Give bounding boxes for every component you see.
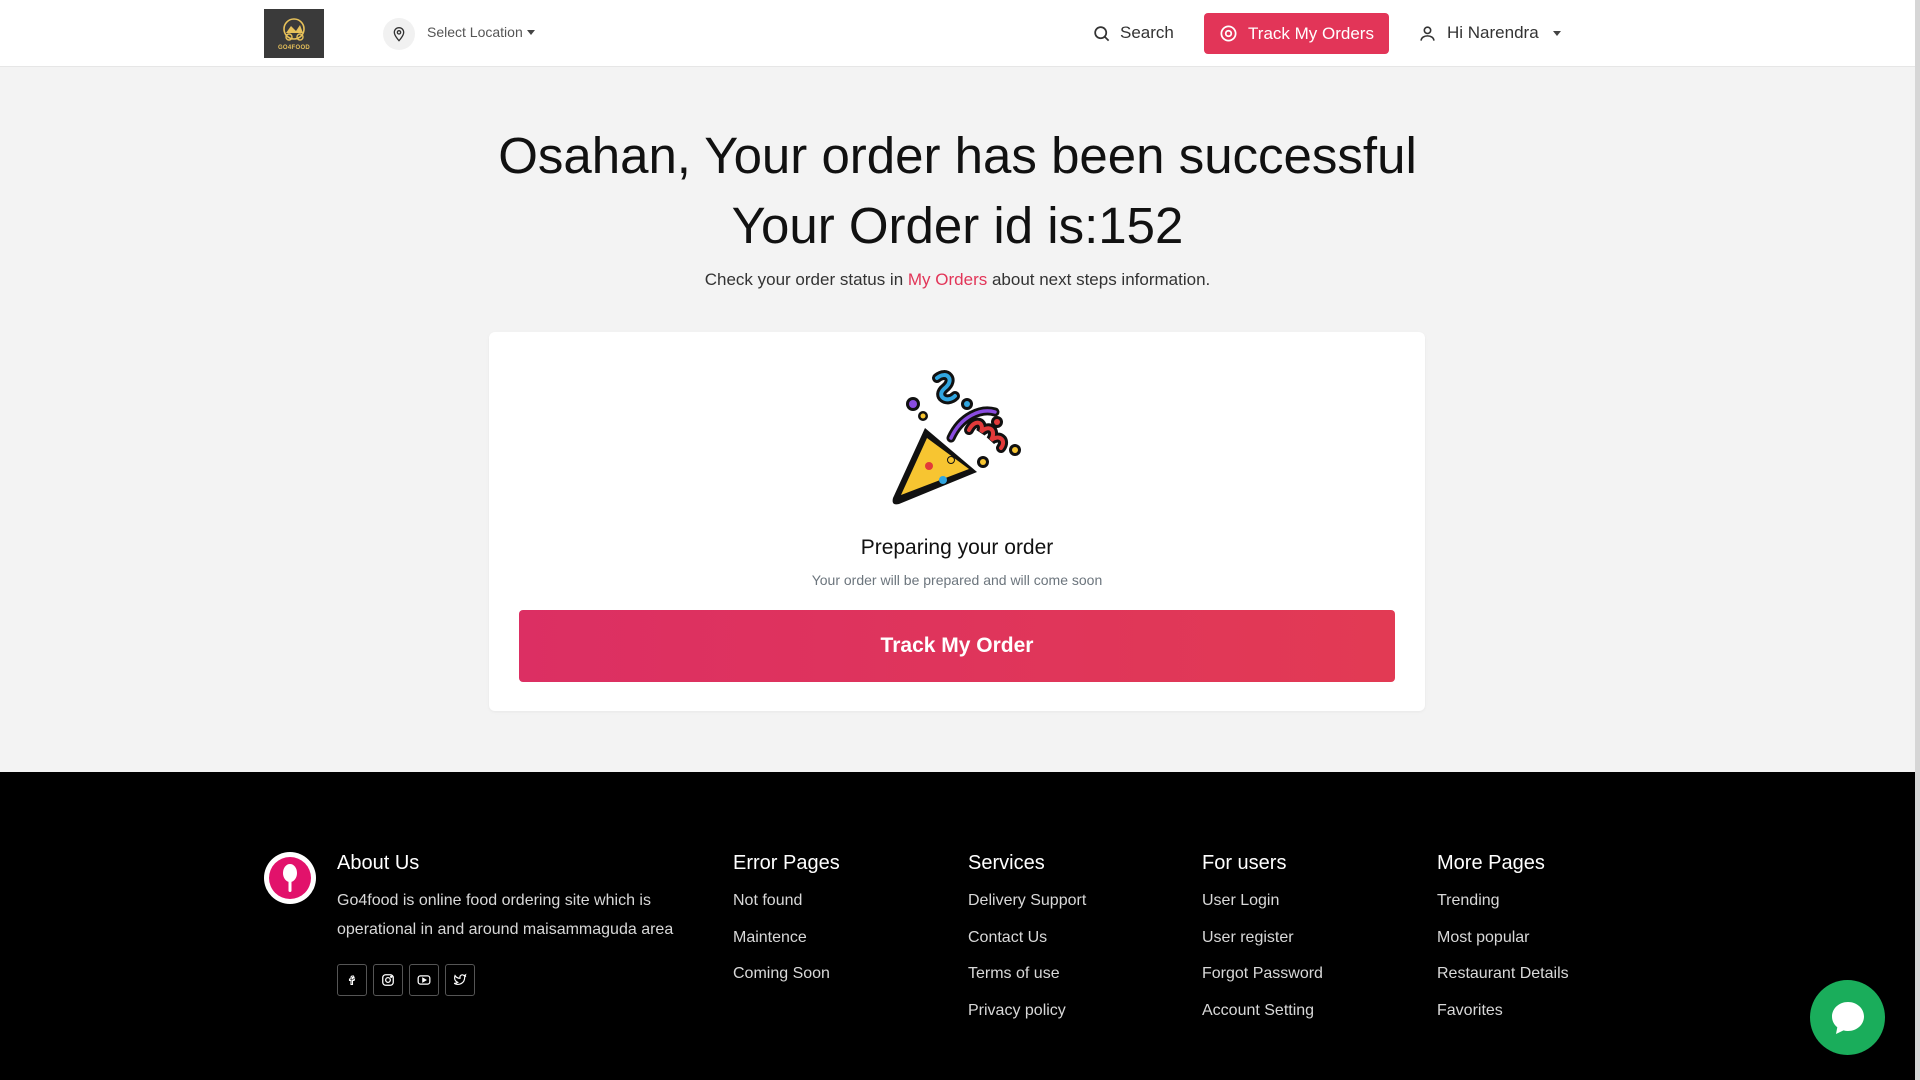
footer-link-most-popular[interactable]: Most popular	[1437, 928, 1569, 965]
twitter-icon[interactable]	[445, 964, 475, 996]
footer-col-services: Delivery Support Contact Us Terms of use…	[968, 891, 1086, 1037]
user-menu[interactable]: Hi Narendra	[1418, 23, 1561, 43]
footer-about-text: Go4food is online food ordering site whi…	[337, 892, 674, 938]
order-id-title: Your Order id is:152	[731, 197, 1184, 254]
logo-mark-icon	[283, 18, 305, 41]
track-my-orders-button[interactable]: Track My Orders	[1204, 13, 1389, 54]
track-my-orders-label: Track My Orders	[1248, 23, 1374, 43]
chevron-down-icon	[526, 29, 535, 35]
footer-link-contact-us[interactable]: Contact Us	[968, 928, 1086, 965]
footer-col-for-users: User Login User register Forgot Password…	[1202, 891, 1323, 1037]
order-status-subtitle: Your order will be prepared and will com…	[811, 572, 1103, 588]
chat-bubble-icon	[1831, 1001, 1864, 1034]
order-status-hint: Check your order status in My Orders abo…	[0, 270, 1915, 290]
logo-text: GO4FOOD	[277, 45, 311, 51]
footer-col-error-pages: Not found Maintence Coming Soon	[733, 891, 830, 1001]
order-status-card: Preparing your order Your order will be …	[489, 332, 1425, 711]
footer-logo[interactable]	[264, 852, 316, 904]
footer-link-maintence[interactable]: Maintence	[733, 928, 830, 965]
chat-widget-button[interactable]	[1810, 980, 1885, 1055]
select-location-dropdown[interactable]: Select Location	[427, 24, 535, 40]
footer-link-user-register[interactable]: User register	[1202, 928, 1323, 965]
footer-link-not-found[interactable]: Not found	[733, 891, 830, 928]
instagram-icon[interactable]	[373, 964, 403, 996]
order-status-title: Preparing your order	[860, 536, 1054, 559]
site-logo[interactable]: GO4FOOD	[264, 9, 324, 58]
select-location-label: Select Location	[427, 24, 523, 40]
footer-heading-error-pages: Error Pages	[733, 852, 840, 874]
youtube-icon[interactable]	[409, 964, 439, 996]
user-greeting: Hi Narendra	[1447, 23, 1539, 42]
footer-logo-mark	[269, 857, 311, 899]
my-orders-link[interactable]: My Orders	[908, 270, 987, 289]
footer-link-forgot-password[interactable]: Forgot Password	[1202, 964, 1323, 1001]
footer-link-user-login[interactable]: User Login	[1202, 891, 1323, 928]
page: GO4FOOD Select Location Search Track My …	[0, 0, 1915, 1080]
footer-link-delivery-support[interactable]: Delivery Support	[968, 891, 1086, 928]
footer-link-account-setting[interactable]: Account Setting	[1202, 1001, 1323, 1038]
spoon-icon	[283, 864, 297, 892]
chevron-down-icon	[1552, 30, 1561, 36]
location-pin-icon[interactable]	[383, 18, 415, 50]
search-button[interactable]: Search	[1092, 23, 1174, 43]
footer-link-trending[interactable]: Trending	[1437, 891, 1569, 928]
footer-link-privacy-policy[interactable]: Privacy policy	[968, 1001, 1086, 1038]
search-label: Search	[1120, 23, 1174, 42]
top-navbar: GO4FOOD Select Location Search Track My …	[0, 0, 1915, 67]
track-my-order-button[interactable]: Track My Order	[519, 610, 1395, 682]
footer-heading-services: Services	[968, 852, 1045, 874]
hint-text-before: Check your order status in	[704, 270, 908, 289]
footer-heading-more-pages: More Pages	[1437, 852, 1545, 874]
user-icon	[1420, 25, 1435, 41]
target-icon	[1220, 25, 1237, 42]
facebook-icon[interactable]	[337, 964, 367, 996]
page-title: Osahan, Your order has been successful	[498, 127, 1417, 184]
footer-heading-for-users: For users	[1202, 852, 1287, 874]
hint-text-after: about next steps information.	[987, 270, 1211, 289]
party-popper-icon	[892, 370, 1021, 505]
social-links	[337, 964, 475, 996]
search-icon	[1094, 25, 1110, 41]
page-scrollbar[interactable]	[1915, 0, 1920, 1080]
footer-link-favorites[interactable]: Favorites	[1437, 1001, 1569, 1038]
footer-link-coming-soon[interactable]: Coming Soon	[733, 964, 830, 1001]
site-footer: About Us Go4food is online food ordering…	[0, 772, 1915, 1080]
footer-col-more-pages: Trending Most popular Restaurant Details…	[1437, 891, 1569, 1037]
footer-about-heading: About Us	[337, 852, 420, 874]
footer-link-restaurant-details[interactable]: Restaurant Details	[1437, 964, 1569, 1001]
footer-link-terms-of-use[interactable]: Terms of use	[968, 964, 1086, 1001]
